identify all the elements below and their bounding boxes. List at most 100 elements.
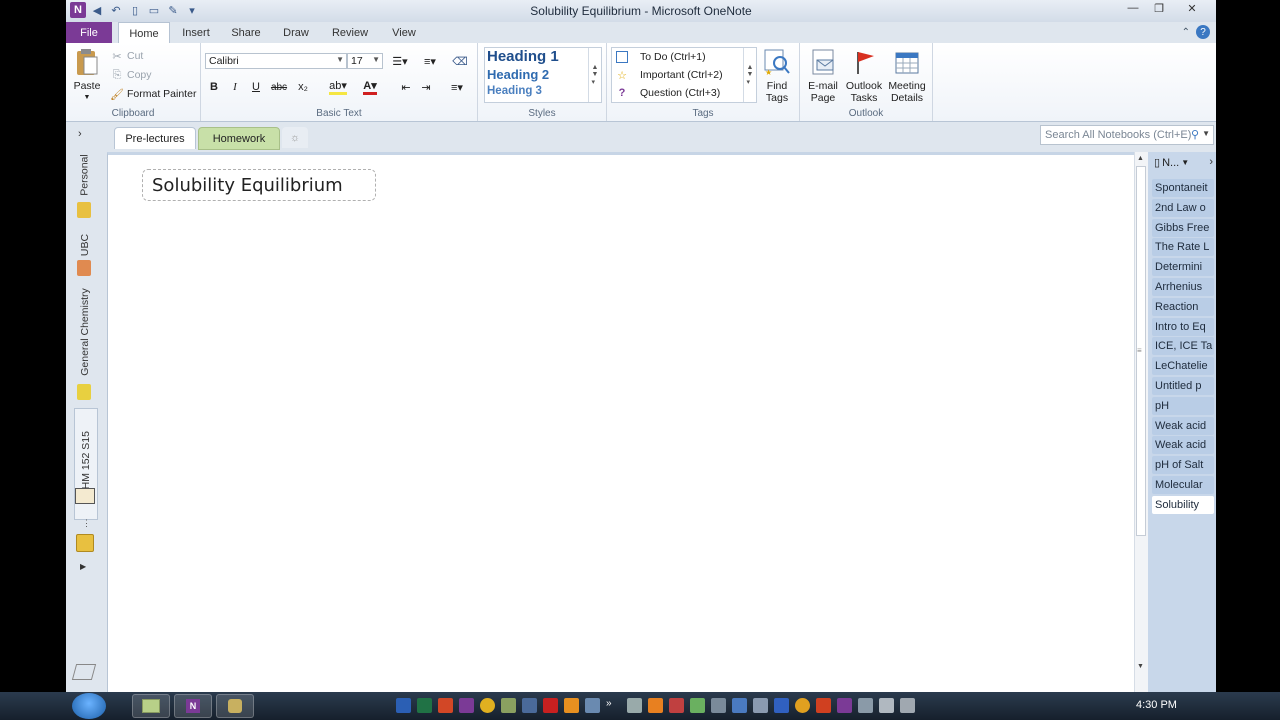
excel-icon[interactable]	[417, 698, 432, 713]
underline-button[interactable]: U	[247, 79, 265, 95]
numbering-button[interactable]: ≡▾	[417, 53, 443, 69]
app-tray-icon[interactable]	[753, 698, 768, 713]
paste-button[interactable]: Paste ▼	[72, 47, 102, 104]
app-tray-icon[interactable]	[564, 698, 579, 713]
taskbar-app-explorer[interactable]	[132, 694, 170, 718]
style-heading-2[interactable]: Heading 2	[487, 67, 549, 82]
page-tab[interactable]: Untitled p	[1152, 377, 1214, 395]
app-tray-icon[interactable]	[669, 698, 684, 713]
copy-button[interactable]: ⎘ Copy	[110, 68, 152, 82]
font-size-select[interactable]: 17 ▼	[347, 53, 383, 69]
unfiled-notes-icon[interactable]	[76, 534, 94, 552]
clear-formatting-button[interactable]: ⌫	[451, 53, 469, 69]
app-tray-icon[interactable]	[501, 698, 516, 713]
page-tab[interactable]: LeChatelie	[1152, 357, 1214, 376]
expand-navigation-icon[interactable]: ›	[78, 128, 82, 140]
page-tab[interactable]: pH	[1152, 396, 1214, 415]
app-tray-icon[interactable]	[732, 698, 747, 713]
meeting-details-button[interactable]: Meeting Details	[886, 47, 928, 104]
page-tab[interactable]: 2nd Law o	[1152, 198, 1214, 217]
decrease-indent-button[interactable]: ⇤	[397, 79, 415, 95]
overflow-icon[interactable]: »	[606, 698, 621, 713]
tab-share[interactable]: Share	[224, 22, 268, 43]
restore-icon[interactable]: ❐	[1146, 0, 1172, 16]
tab-draw[interactable]: Draw	[274, 22, 318, 43]
app-tray-icon[interactable]	[711, 698, 726, 713]
app-tray-icon[interactable]	[522, 698, 537, 713]
font-name-select[interactable]: Calibri ▼	[205, 53, 347, 69]
page-tab[interactable]: Reaction	[1152, 297, 1214, 316]
highlight-color-button[interactable]: ab▾	[325, 79, 351, 95]
page-tab[interactable]: Spontaneit	[1152, 179, 1214, 197]
tags-more-icon[interactable]: ▲ ▼ ▾	[743, 48, 756, 102]
chrome-icon[interactable]	[480, 698, 495, 713]
page-tab[interactable]: Molecular	[1152, 476, 1214, 494]
bold-button[interactable]: B	[205, 79, 223, 95]
search-notebooks-input[interactable]: Search All Notebooks (Ctrl+E) ⚲ ▼	[1040, 125, 1214, 145]
align-button[interactable]: ≡▾	[445, 79, 469, 95]
taskbar-app-onenote[interactable]: N	[174, 694, 212, 718]
app-tray-icon[interactable]	[627, 698, 642, 713]
notebook-tab-general-chemistry[interactable]: General Chemistry	[74, 284, 96, 380]
battery-icon[interactable]	[900, 698, 915, 713]
network-icon[interactable]	[858, 698, 873, 713]
style-heading-1[interactable]: Heading 1	[487, 48, 559, 65]
email-page-button[interactable]: E-mail Page	[804, 47, 842, 104]
start-button[interactable]	[72, 693, 106, 719]
format-painter-button[interactable]: 🖌 Format Painter	[110, 87, 196, 101]
tab-home[interactable]: Home	[118, 22, 170, 44]
powerpoint-icon[interactable]	[438, 698, 453, 713]
increase-indent-button[interactable]: ⇥	[417, 79, 435, 95]
page-tab[interactable]: Arrhenius	[1152, 278, 1214, 296]
taskbar-app-paint[interactable]	[216, 694, 254, 718]
page-tab[interactable]: Determini	[1152, 258, 1214, 277]
scroll-up-icon[interactable]: ▲	[1137, 155, 1144, 162]
app-tray-icon[interactable]	[795, 698, 810, 713]
page-tab[interactable]: Solubility	[1152, 495, 1214, 514]
onenote-tray-icon[interactable]	[837, 698, 852, 713]
taskbar-clock[interactable]: 4:30 PM	[1136, 699, 1177, 711]
notebook-tab-personal[interactable]: Personal	[74, 152, 96, 198]
scroll-down-icon[interactable]: ▼	[1137, 663, 1144, 670]
app-tray-icon[interactable]	[816, 698, 831, 713]
cut-button[interactable]: ✂ Cut	[110, 49, 143, 63]
bullets-button[interactable]: ☰▾	[387, 53, 413, 69]
page-tab[interactable]: The Rate L	[1152, 238, 1214, 257]
notebook-tab-ubc[interactable]: UBC	[74, 230, 96, 260]
headset-icon[interactable]	[648, 698, 663, 713]
page-tab[interactable]: pH of Salt	[1152, 456, 1214, 475]
tab-file[interactable]: File	[66, 22, 112, 43]
collapse-page-tabs-icon[interactable]: ›	[1209, 156, 1213, 168]
close-icon[interactable]: ✕	[1172, 0, 1212, 16]
page-tab[interactable]: ICE, ICE Ta	[1152, 337, 1214, 356]
outlook-tasks-button[interactable]: Outlook Tasks	[844, 47, 884, 104]
search-scope-dropdown-icon[interactable]: ▼	[1202, 129, 1210, 138]
font-color-button[interactable]: A▾	[357, 79, 383, 95]
tag-todo[interactable]: To Do (Ctrl+1)	[615, 50, 706, 64]
tag-question[interactable]: ? Question (Ctrl+3)	[615, 86, 721, 100]
page-tab[interactable]: Intro to Eq	[1152, 317, 1214, 336]
find-tags-button[interactable]: ★ Find Tags	[761, 47, 793, 104]
subscript-button[interactable]: x₂	[291, 79, 315, 95]
section-tab-pre-lectures[interactable]: Pre-lectures	[114, 127, 196, 149]
paste-dropdown-icon[interactable]: ▼	[84, 92, 91, 104]
page-tab[interactable]: Gibbs Free	[1152, 218, 1214, 237]
expand-arrow-icon[interactable]: ▶	[80, 562, 86, 571]
search-icon[interactable]: ⚲	[1191, 128, 1199, 141]
app-tray-icon[interactable]	[585, 698, 600, 713]
app-tray-icon[interactable]	[690, 698, 705, 713]
tab-review[interactable]: Review	[324, 22, 376, 43]
acrobat-icon[interactable]	[543, 698, 558, 713]
page-tab[interactable]: Weak acid	[1152, 416, 1214, 435]
tab-view[interactable]: View	[382, 22, 426, 43]
onenote-tray-icon[interactable]	[459, 698, 474, 713]
italic-button[interactable]: I	[226, 79, 244, 95]
minimize-icon[interactable]: —	[1120, 0, 1146, 16]
page-title[interactable]: Solubility Equilibrium	[142, 169, 376, 201]
styles-more-icon[interactable]: ▲ ▼ ▾	[588, 48, 601, 102]
page-canvas[interactable]: Solubility Equilibrium	[107, 152, 1135, 692]
tab-insert[interactable]: Insert	[174, 22, 218, 43]
new-section-tab[interactable]: ☼	[282, 127, 308, 148]
new-page-button[interactable]: ▯ N... ▼	[1154, 156, 1189, 170]
minimize-ribbon-icon[interactable]: ⌃	[1182, 27, 1190, 38]
